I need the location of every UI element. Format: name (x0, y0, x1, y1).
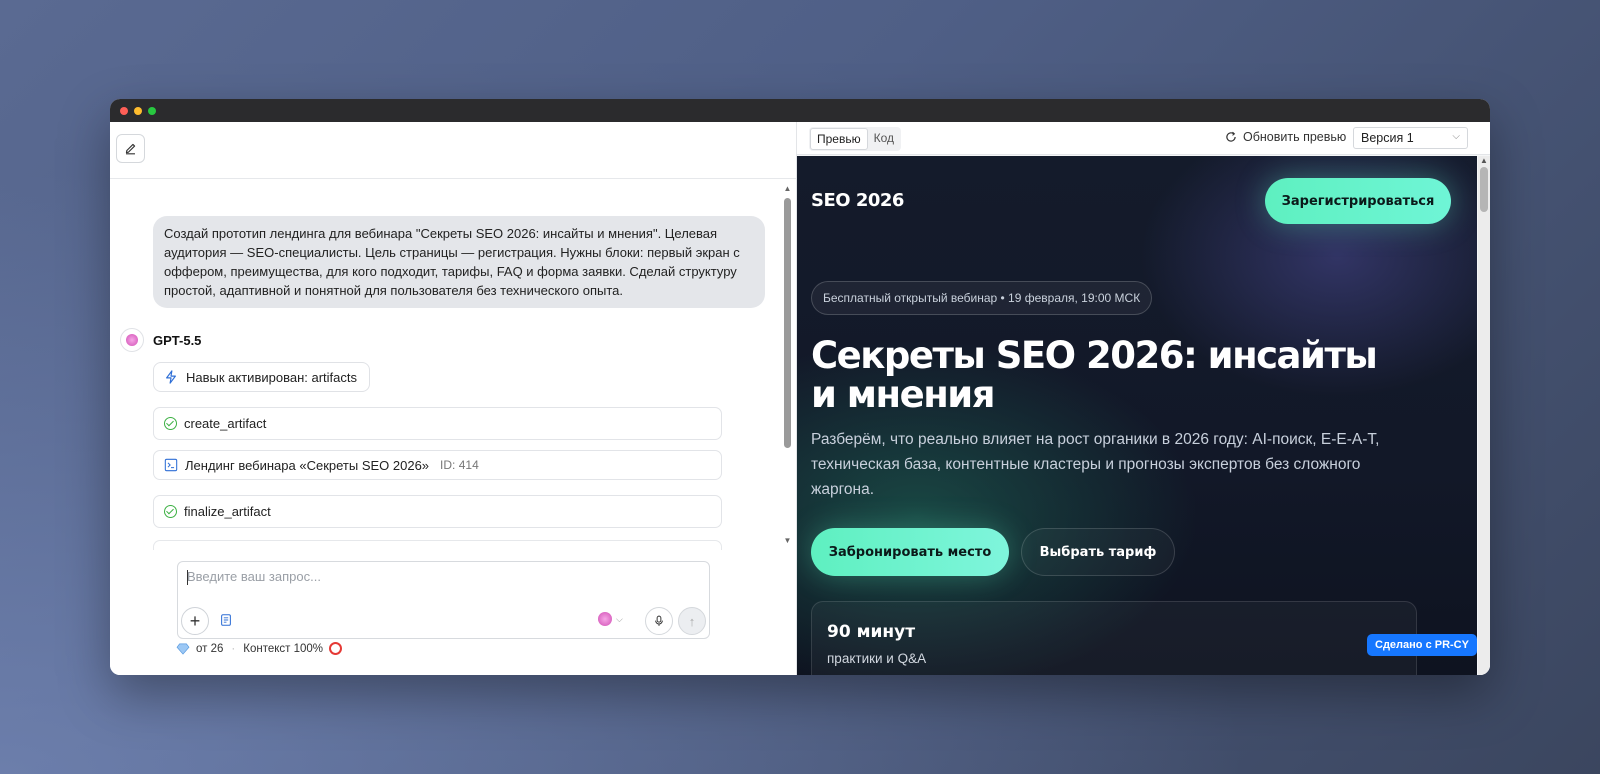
version-select[interactable]: Версия 1 ⌵ (1353, 127, 1468, 149)
pencil-icon (125, 143, 136, 155)
artifact-card[interactable]: Лендинг вебинара «Секреты SEO 2026» ID: … (153, 450, 722, 480)
chat-scrollbar[interactable]: ▲ ▼ (783, 184, 792, 546)
tool-step-label: create_artifact (184, 416, 267, 431)
arrow-up-icon: ↑ (688, 613, 696, 629)
diamond-icon (176, 643, 190, 655)
chat-panel: Создай прототип лендинга для вебинара "С… (110, 122, 797, 675)
attach-button[interactable]: + (181, 607, 209, 635)
scroll-thumb[interactable] (1480, 167, 1488, 212)
title-bar (110, 99, 1490, 122)
assistant-header: GPT-5.5 (120, 328, 201, 352)
partial-card (153, 540, 722, 550)
artifact-id: ID: 414 (440, 458, 479, 472)
prompt-library-button[interactable] (219, 613, 233, 632)
skill-label: Навык активирован: artifacts (186, 369, 357, 385)
hero-title: Секреты SEO 2026: инсайты и мнения (811, 334, 1378, 416)
credits-label: от 26 (196, 642, 224, 655)
preview-scrollbar[interactable]: ▲ (1478, 156, 1490, 675)
maximize-window-button[interactable] (148, 106, 156, 115)
check-circle-icon (164, 505, 177, 518)
orb-icon (126, 334, 138, 346)
tool-step-label: finalize_artifact (184, 504, 271, 519)
landing-preview: SEO 2026 Зарегистрироваться Бесплатный о… (797, 156, 1477, 675)
plus-icon: + (189, 610, 201, 631)
version-value: Версия 1 (1361, 131, 1414, 145)
orb-icon (598, 612, 612, 626)
made-with-badge[interactable]: Сделано с PR-CY (1367, 634, 1477, 656)
composer: + ⌵ ↑ (177, 561, 710, 639)
artifact-title: Лендинг вебинара «Секреты SEO 2026» (185, 457, 430, 473)
minimize-window-button[interactable] (134, 106, 142, 115)
close-window-button[interactable] (120, 106, 128, 115)
refresh-icon (1226, 131, 1236, 142)
scroll-thumb[interactable] (784, 198, 791, 448)
tool-step-create[interactable]: create_artifact (153, 407, 722, 440)
refresh-label: Обновить превью (1243, 130, 1347, 144)
scroll-up-icon[interactable]: ▲ (783, 184, 792, 194)
scroll-up-icon[interactable]: ▲ (1478, 156, 1490, 165)
user-message: Создай прототип лендинга для вебинара "С… (153, 216, 765, 308)
separator: · (231, 642, 236, 655)
stat-label: практики и Q&A (827, 651, 927, 666)
usage-footer: от 26 · Контекст 100% (176, 642, 343, 655)
assistant-name: GPT-5.5 (153, 332, 202, 348)
model-selector[interactable]: ⌵ (598, 612, 623, 626)
context-label: Контекст 100% (243, 642, 324, 655)
view-toggle: Превью Код (809, 127, 902, 151)
prompt-input[interactable] (187, 569, 667, 584)
context-ring-icon (329, 642, 343, 655)
tool-step-finalize[interactable]: finalize_artifact (153, 495, 722, 528)
refresh-preview-button[interactable]: Обновить превью (1225, 130, 1346, 144)
stat-value: 90 минут (827, 622, 916, 642)
assistant-avatar (120, 328, 144, 352)
new-chat-button[interactable] (116, 134, 145, 163)
check-circle-icon (164, 417, 177, 430)
microphone-icon (655, 615, 663, 626)
tab-preview[interactable]: Превью (810, 128, 868, 150)
skill-activated-chip[interactable]: Навык активирован: artifacts (153, 362, 370, 392)
event-badge: Бесплатный открытый вебинар • 19 февраля… (811, 281, 1153, 315)
app-window: Создай прототип лендинга для вебинара "С… (110, 99, 1490, 675)
chevron-down-icon: ⌵ (1452, 131, 1460, 142)
tab-code[interactable]: Код (868, 128, 900, 150)
preview-toolbar: Превью Код Обновить превью Версия 1 ⌵ (797, 122, 1490, 155)
chevron-down-icon: ⌵ (616, 613, 623, 624)
terminal-icon (164, 458, 178, 472)
send-button[interactable]: ↑ (678, 607, 706, 635)
preview-panel: Превью Код Обновить превью Версия 1 ⌵ SE… (797, 122, 1490, 675)
choose-plan-button[interactable]: Выбрать тариф (1021, 528, 1175, 576)
message-list[interactable]: Создай прототип лендинга для вебинара "С… (110, 180, 796, 550)
voice-input-button[interactable] (645, 607, 673, 635)
stat-card: 90 минут практики и Q&A (811, 601, 1417, 675)
chat-header (110, 122, 796, 179)
register-button[interactable]: Зарегистрироваться (1265, 178, 1451, 224)
lightning-icon (166, 370, 176, 384)
site-brand[interactable]: SEO 2026 (811, 190, 904, 211)
scroll-down-icon[interactable]: ▼ (783, 536, 792, 546)
hero-subtitle: Разберём, что реально влияет на рост орг… (811, 431, 1380, 498)
scroll-doc-icon (221, 614, 231, 626)
book-seat-button[interactable]: Забронировать место (811, 528, 1009, 576)
text-caret (187, 570, 188, 585)
